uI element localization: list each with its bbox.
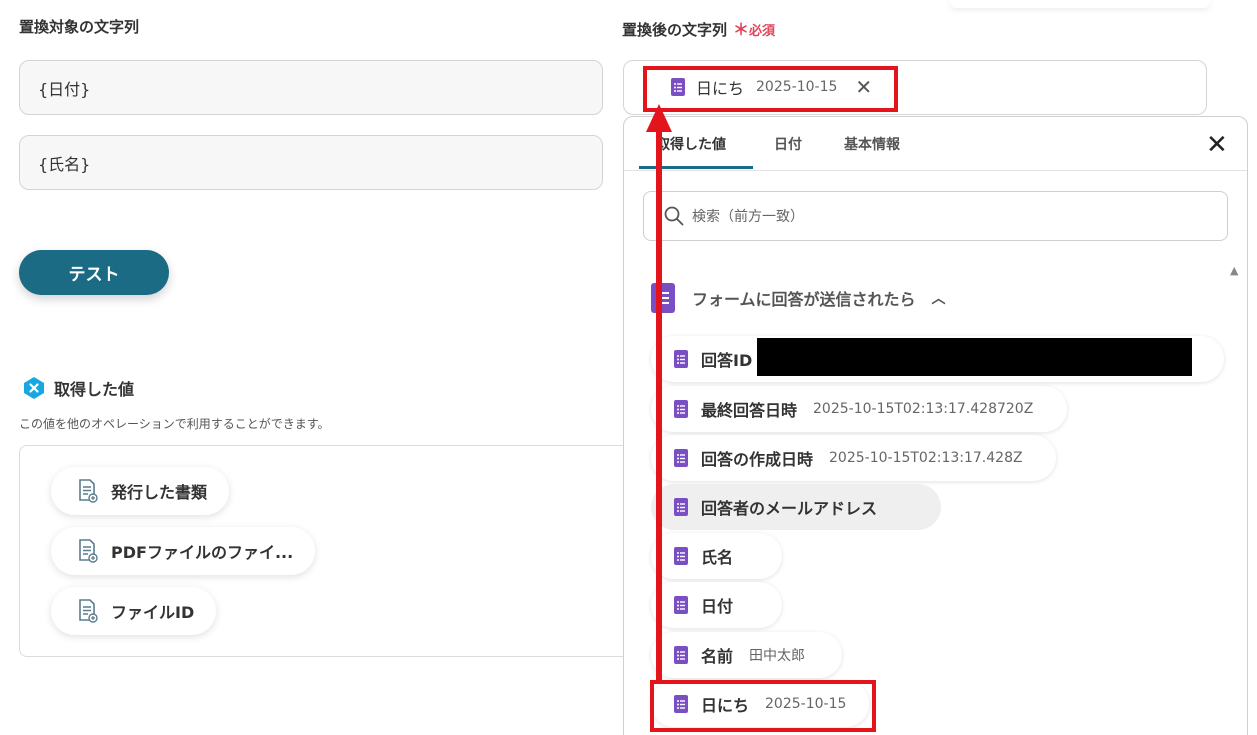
google-forms-icon — [674, 547, 688, 565]
google-forms-icon — [674, 498, 688, 516]
fetched-values-description: この値を他のオペレーションで利用することができます。 — [19, 417, 330, 431]
google-forms-icon — [674, 400, 688, 418]
google-forms-icon — [651, 283, 675, 313]
item-value: 2025-10-15T02:13:17.428Z — [829, 450, 1023, 466]
redacted-value — [757, 338, 1192, 376]
document-icon — [79, 479, 98, 503]
test-button[interactable]: テスト — [19, 250, 169, 295]
item-label: 日付 — [701, 597, 734, 616]
item-value: 田中太郎 — [749, 648, 806, 664]
item-label: 氏名 — [701, 548, 734, 567]
top-overlay-edge — [950, 0, 1210, 8]
target-field-date[interactable]: {日付} — [19, 60, 603, 115]
item-label: 回答の作成日時 — [701, 450, 814, 469]
replacement-label-text: 置換後の文字列 — [622, 21, 728, 39]
item-label: 回答ID — [701, 351, 753, 370]
output-label: ファイルID — [111, 603, 195, 622]
output-issued-document[interactable]: 発行した書類 — [51, 467, 230, 515]
list-item-last-response-time[interactable]: 最終回答日時 2025-10-15T02:13:17.428720Z — [651, 386, 1067, 432]
item-label: 回答者のメールアドレス — [701, 499, 878, 518]
list-item-name[interactable]: 名前 田中太郎 — [651, 632, 842, 678]
document-icon — [79, 599, 98, 623]
yoom-icon — [24, 377, 44, 399]
section-form-submitted[interactable]: フォームに回答が送信されたら ︿ — [650, 282, 946, 314]
chevron-up-icon[interactable]: ︿ — [932, 288, 946, 308]
search-icon — [664, 206, 684, 226]
item-label: 名前 — [701, 647, 734, 666]
google-forms-icon — [674, 596, 688, 614]
annotation-box-item — [650, 680, 876, 732]
tab-date[interactable]: 日付 — [774, 134, 802, 154]
replacement-string-label: 置換後の文字列 ＊必須 — [622, 16, 775, 40]
target-field-name[interactable]: {氏名} — [19, 135, 603, 190]
output-file-id[interactable]: ファイルID — [51, 587, 217, 635]
output-label: 発行した書類 — [111, 483, 208, 502]
target-field-date-text: {日付} — [38, 79, 91, 99]
search-placeholder: 検索（前方一致） — [692, 209, 804, 225]
close-icon[interactable]: ✕ — [1206, 132, 1228, 158]
target-field-name-text: {氏名} — [38, 154, 91, 174]
list-item-response-created-time[interactable]: 回答の作成日時 2025-10-15T02:13:17.428Z — [651, 435, 1056, 481]
item-label: 最終回答日時 — [701, 401, 798, 420]
annotation-box-chip — [643, 66, 898, 112]
tab-fetched-values[interactable]: 取得した値 — [656, 134, 726, 154]
tab-divider — [624, 170, 1247, 171]
google-forms-icon — [674, 646, 688, 664]
output-label: PDFファイルのファイ... — [111, 543, 294, 562]
google-forms-icon — [674, 449, 688, 467]
scroll-up-icon[interactable]: ▲ — [1230, 264, 1238, 277]
target-string-label: 置換対象の文字列 — [19, 18, 140, 36]
item-value: 2025-10-15T02:13:17.428720Z — [813, 401, 1034, 417]
google-forms-icon — [674, 350, 688, 368]
fetched-values-title: 取得した値 — [54, 380, 135, 399]
required-badge: ＊必須 — [733, 20, 776, 39]
output-pdf-file[interactable]: PDFファイルのファイ... — [51, 527, 316, 575]
tab-basic-info[interactable]: 基本情報 — [844, 134, 900, 154]
list-item-full-name[interactable]: 氏名 — [651, 533, 782, 579]
section-title: フォームに回答が送信されたら — [692, 290, 916, 309]
search-input[interactable]: 検索（前方一致） — [643, 191, 1228, 241]
fetched-values-heading: 取得した値 — [22, 376, 134, 400]
annotation-arrow-shaft — [656, 128, 662, 684]
list-item-respondent-email[interactable]: 回答者のメールアドレス — [651, 484, 941, 530]
list-item-date[interactable]: 日付 — [651, 582, 782, 628]
document-icon — [79, 539, 98, 563]
